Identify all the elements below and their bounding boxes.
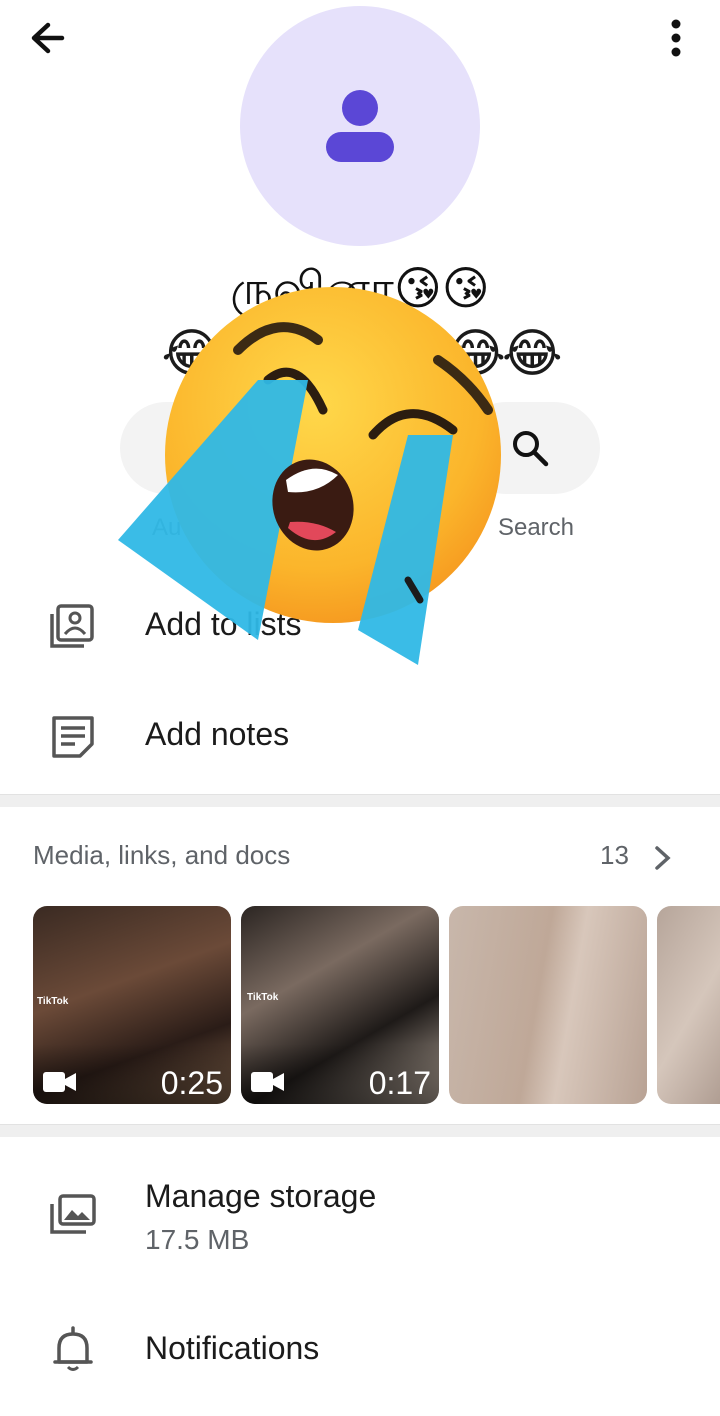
media-thumbnail[interactable]: TikTok 0:17 xyxy=(241,906,439,1104)
media-count: 13 xyxy=(600,840,629,870)
storage-size: 17.5 MB xyxy=(145,1224,250,1255)
media-section-title[interactable]: Media, links, and docs xyxy=(33,840,290,871)
tiktok-watermark: TikTok xyxy=(247,992,279,1003)
more-options-button[interactable] xyxy=(656,16,696,60)
arrow-left-icon xyxy=(31,22,65,54)
tiktok-watermark: TikTok xyxy=(37,996,69,1007)
manage-storage-item[interactable]: Manage storage xyxy=(145,1178,376,1215)
video-duration: 0:25 xyxy=(160,1065,223,1101)
avatar[interactable] xyxy=(240,6,480,246)
notes-icon xyxy=(46,710,100,764)
person-icon xyxy=(326,90,394,162)
section-divider xyxy=(0,1124,720,1137)
add-to-lists-icon xyxy=(46,600,100,654)
video-icon xyxy=(43,1072,76,1092)
video-icon xyxy=(251,1072,284,1092)
media-thumbnail[interactable] xyxy=(449,906,647,1104)
back-button[interactable] xyxy=(22,16,74,60)
section-divider xyxy=(0,794,720,807)
media-thumbnail[interactable]: TikTok 0:25 xyxy=(33,906,231,1104)
storage-icon xyxy=(46,1188,100,1242)
chevron-right-icon[interactable] xyxy=(648,842,678,874)
notifications-item[interactable]: Notifications xyxy=(145,1330,319,1367)
more-vert-icon xyxy=(671,19,681,57)
add-notes-item[interactable]: Add notes xyxy=(145,716,289,753)
video-duration: 0:17 xyxy=(368,1065,431,1101)
loudly-crying-face-sticker xyxy=(108,270,528,680)
media-thumbnail[interactable] xyxy=(657,906,720,1104)
bell-icon xyxy=(46,1322,100,1376)
